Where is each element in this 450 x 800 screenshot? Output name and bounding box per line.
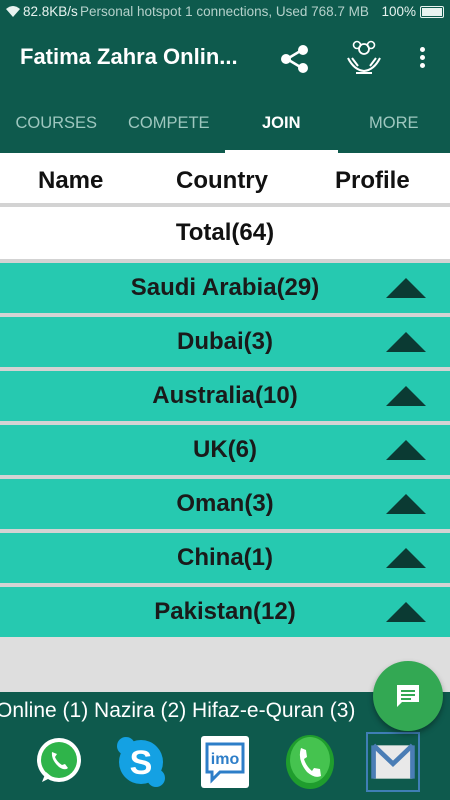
app-title: Fatima Zahra Onlin...: [20, 44, 238, 69]
country-list: Saudi Arabia(29) Dubai(3) Australia(10) …: [0, 259, 450, 637]
expand-arrow-icon[interactable]: [386, 440, 426, 460]
battery-icon: [420, 5, 444, 18]
expand-arrow-icon[interactable]: [386, 548, 426, 568]
country-label: Pakistan(12): [154, 598, 296, 625]
expand-arrow-icon[interactable]: [386, 332, 426, 352]
tab-more[interactable]: MORE: [338, 96, 450, 153]
marquee-text: Online (1) Nazira (2) Hifaz-e-Quran (3): [0, 699, 356, 722]
battery-percent: 100%: [381, 4, 416, 19]
country-row[interactable]: Dubai(3): [0, 313, 450, 367]
country-label: UK(6): [193, 436, 257, 463]
imo-icon[interactable]: imo: [198, 732, 252, 792]
skype-icon[interactable]: S: [114, 732, 168, 792]
expand-arrow-icon[interactable]: [386, 494, 426, 514]
header-name: Name: [38, 167, 104, 194]
country-label: China(1): [177, 544, 273, 571]
header-country: Country: [176, 167, 268, 194]
tab-bar: COURSES COMPETE JOIN MORE: [0, 96, 450, 153]
hotspot-notification: Personal hotspot 1 connections, Used 768…: [80, 4, 369, 19]
svg-text:S: S: [130, 744, 153, 782]
country-row[interactable]: Oman(3): [0, 475, 450, 529]
phone-icon[interactable]: [283, 732, 337, 792]
country-row[interactable]: Saudi Arabia(29): [0, 259, 450, 313]
tab-courses[interactable]: COURSES: [0, 96, 113, 153]
column-header-row: Name Country Profile: [0, 153, 450, 207]
chat-icon: [397, 685, 419, 707]
donate-button[interactable]: [344, 38, 384, 78]
country-row[interactable]: Australia(10): [0, 367, 450, 421]
tab-join[interactable]: JOIN: [225, 96, 338, 153]
network-speed: 82.8KB/s: [23, 4, 78, 19]
expand-arrow-icon[interactable]: [386, 278, 426, 298]
more-vert-icon: [419, 47, 425, 52]
country-row[interactable]: Pakistan(12): [0, 583, 450, 637]
chat-fab-button[interactable]: [373, 661, 443, 731]
country-label: Dubai(3): [177, 328, 273, 355]
gmail-icon[interactable]: [366, 732, 420, 792]
country-label: Australia(10): [152, 382, 298, 409]
more-options-button[interactable]: [412, 44, 432, 74]
status-bar: 82.8KB/s Personal hotspot 1 connections,…: [0, 0, 450, 24]
country-label: Saudi Arabia(29): [130, 274, 320, 301]
share-app-icons: S imo: [0, 728, 450, 800]
whatsapp-icon[interactable]: [32, 732, 86, 792]
share-icon: [281, 45, 308, 73]
total-count: Total(64): [0, 207, 450, 259]
tab-compete[interactable]: COMPETE: [113, 96, 226, 153]
country-row[interactable]: UK(6): [0, 421, 450, 475]
expand-arrow-icon[interactable]: [386, 386, 426, 406]
wifi-icon: [6, 6, 20, 17]
app-bar: Fatima Zahra Onlin...: [0, 24, 450, 96]
expand-arrow-icon[interactable]: [386, 602, 426, 622]
country-row[interactable]: China(1): [0, 529, 450, 583]
share-button[interactable]: [278, 42, 312, 76]
header-profile: Profile: [335, 167, 410, 194]
country-label: Oman(3): [176, 490, 274, 517]
svg-text:imo: imo: [211, 751, 240, 768]
hands-coins-icon: [347, 40, 381, 74]
